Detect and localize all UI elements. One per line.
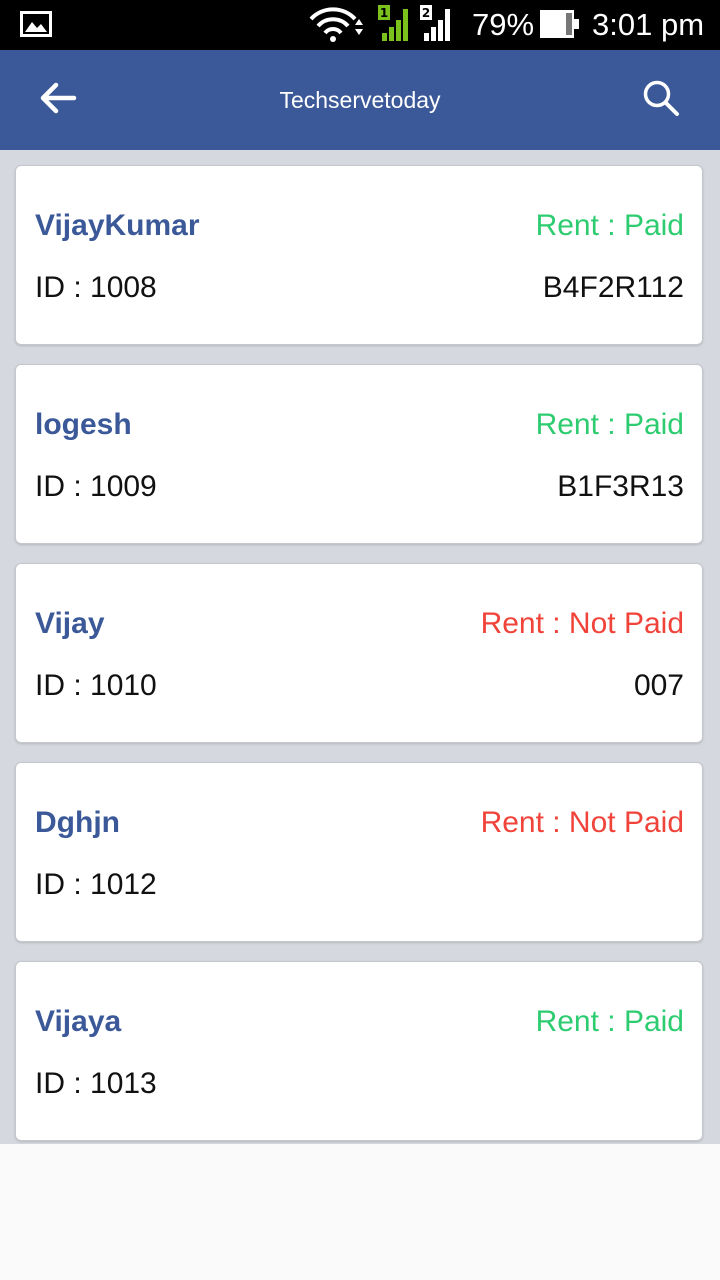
svg-text:1: 1 <box>380 6 388 20</box>
search-icon <box>642 79 680 122</box>
app-bar: Techservetoday <box>0 50 720 150</box>
tenant-id: ID : 1008 <box>35 271 157 304</box>
battery-icon <box>540 10 580 43</box>
tenant-name: Dghjn <box>35 806 120 839</box>
tenant-id: ID : 1010 <box>35 669 157 702</box>
tenant-list: VijayKumar Rent : Paid ID : 1008 B4F2R11… <box>0 150 720 1144</box>
status-bar: 1 2 79% 3:01 pm <box>0 0 720 50</box>
tenant-card[interactable]: Dghjn Rent : Not Paid ID : 1012 <box>15 762 703 942</box>
wifi-icon <box>308 7 368 48</box>
tenant-id: ID : 1012 <box>35 868 157 901</box>
sim1-signal-icon: 1 <box>378 5 414 48</box>
rent-status: Rent : Paid <box>535 408 684 441</box>
tenant-name: logesh <box>35 408 132 441</box>
rent-status: Rent : Not Paid <box>480 806 684 839</box>
tenant-id: ID : 1013 <box>35 1067 157 1100</box>
rent-status: Rent : Paid <box>535 1005 684 1038</box>
room-code: 007 <box>633 669 684 702</box>
room-code: B1F3R13 <box>557 470 684 503</box>
sim2-signal-icon: 2 <box>420 5 456 48</box>
battery-percent: 79% <box>472 7 535 42</box>
tenant-card[interactable]: logesh Rent : Paid ID : 1009 B1F3R13 <box>15 364 703 544</box>
search-button[interactable] <box>632 75 690 125</box>
svg-text:2: 2 <box>422 6 430 20</box>
tenant-card[interactable]: Vijay Rent : Not Paid ID : 1010 007 <box>15 563 703 743</box>
gallery-icon <box>20 11 52 42</box>
tenant-name: Vijay <box>35 607 105 640</box>
tenant-card[interactable]: Vijaya Rent : Paid ID : 1013 <box>15 961 703 1141</box>
rent-status: Rent : Paid <box>535 209 684 242</box>
tenant-name: VijayKumar <box>35 209 200 242</box>
tenant-name: Vijaya <box>35 1005 122 1038</box>
clock: 3:01 pm <box>592 7 705 42</box>
tenant-id: ID : 1009 <box>35 470 157 503</box>
page-title: Techservetoday <box>279 87 441 113</box>
rent-status: Rent : Not Paid <box>480 607 684 640</box>
room-code: B4F2R112 <box>542 271 684 304</box>
tenant-card[interactable]: VijayKumar Rent : Paid ID : 1008 B4F2R11… <box>15 165 703 345</box>
